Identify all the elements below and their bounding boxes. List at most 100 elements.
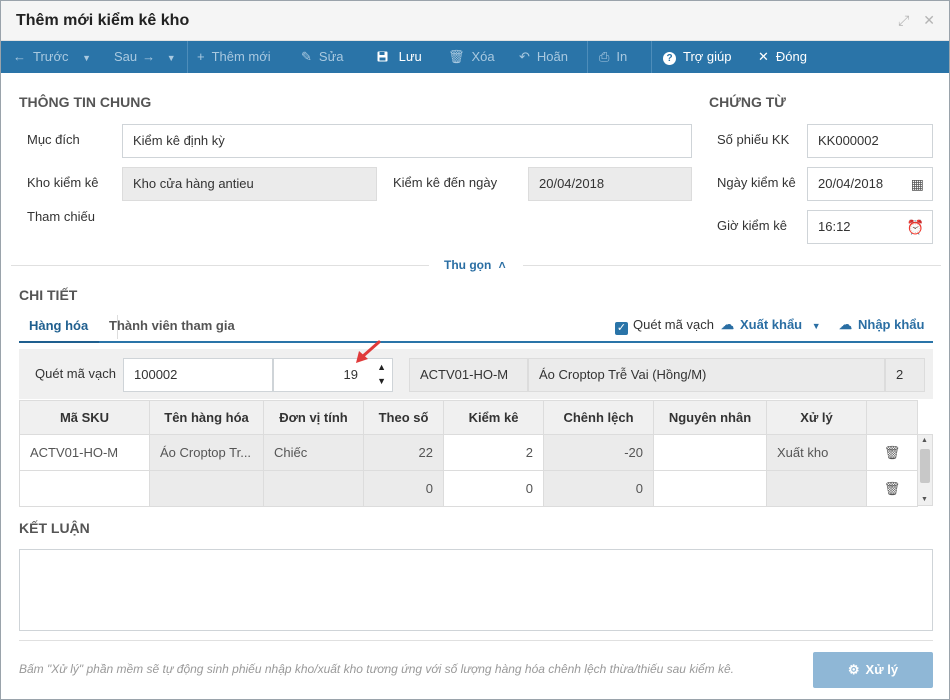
help-icon: ? [663,52,676,65]
toolbar: ← Trước ▼ Sau → ▼ + Thêm mới ✎ Sửa Lưu 🗑 Xóa … [1,41,949,73]
cell-unit: Chiếc [263,434,364,471]
cell-sku[interactable]: ACTV01-HO-M [19,434,150,471]
count-time-input[interactable]: 16:12 ⏰ [807,210,933,244]
footer-divider [19,640,933,641]
x-icon: ✕ [758,49,769,64]
export-button[interactable]: ☁ Xuất khẩu ▼ [721,317,821,333]
cell-sku[interactable] [19,470,150,507]
tab-members[interactable]: Thành viên tham gia [109,311,235,343]
cloud-upload-icon: ☁ [839,317,852,332]
cell-reason[interactable] [653,470,767,507]
toolbar-divider [187,41,188,73]
title-bar: Thêm mới kiểm kê kho ⤢ ✕ [1,1,949,41]
divider-left [11,265,429,266]
cell-unit [263,470,364,507]
cell-counted[interactable]: 0 [443,470,544,507]
chevron-down-icon: ▼ [82,53,92,63]
voucher-heading: CHỨNG TỪ [709,94,786,110]
cell-counted[interactable]: 2 [443,434,544,471]
cell-action [766,470,867,507]
col-sku: Mã SKU [19,400,150,435]
checkbox-checked-icon: ✓ [615,322,628,335]
col-diff: Chênh lệch [543,400,654,435]
arrow-right-icon: → [142,49,156,64]
count-date-label: Ngày kiểm kê [717,175,796,190]
help-button[interactable]: ? Trợ giúp [663,41,732,73]
close-button[interactable]: ✕ Đóng [758,41,807,73]
import-button[interactable]: ☁ Nhập khẩu [839,317,924,333]
gears-icon: ⚙ [847,662,860,677]
chevron-down-icon: ▼ [166,53,176,63]
trash-icon: 🗑 [448,49,465,64]
pencil-icon: ✎ [301,49,312,64]
active-tab-indicator [19,341,99,343]
conclusion-textarea[interactable] [19,549,933,631]
col-counted: Kiểm kê [443,400,544,435]
toolbar-divider [587,41,588,73]
col-unit: Đơn vị tính [263,400,364,435]
next-button[interactable]: Sau → ▼ [114,41,176,73]
plus-icon: + [197,49,205,64]
expand-icon[interactable]: ⤢ [898,12,909,28]
col-book: Theo số [363,400,444,435]
cell-book: 0 [363,470,444,507]
spin-down-icon[interactable]: ▼ [377,374,386,388]
undo-icon: ↶ [519,49,530,64]
scan-name-field: Áo Croptop Trễ Vai (Hồng/M) [528,358,885,392]
dialog-title: Thêm mới kiểm kê kho [16,12,190,29]
col-delete [866,400,918,435]
barcode-input[interactable]: 100002 [123,358,273,392]
to-date-label: Kiểm kê đến ngày [393,175,498,190]
scrollbar-thumb[interactable] [920,449,930,483]
detail-heading: CHI TIẾT [19,287,78,303]
cloud-download-icon: ☁ [721,317,734,332]
scroll-up-icon[interactable]: ▲ [921,437,928,444]
table-header: Mã SKU Tên hàng hóa Đơn vị tính Theo số … [19,400,918,435]
tab-goods[interactable]: Hàng hóa [29,311,88,343]
conclusion-heading: KẾT LUẬN [19,520,90,536]
table-scrollbar[interactable]: ▲ ▼ [917,434,933,506]
calendar-icon[interactable]: ▦ [911,168,924,200]
delete-button[interactable]: 🗑 Xóa [448,41,495,73]
delete-row-button[interactable]: 🗑 [866,470,918,507]
reference-label: Tham chiếu [27,209,95,224]
cell-diff: -20 [543,434,654,471]
edit-button[interactable]: ✎ Sửa [301,41,344,73]
toolbar-divider [651,41,652,73]
cell-book: 22 [363,434,444,471]
print-button[interactable]: ⎙ In [599,41,627,73]
undo-button[interactable]: ↶ Hoãn [519,41,568,73]
prev-button[interactable]: ← Trước ▼ [13,41,91,73]
printer-icon: ⎙ [599,49,610,64]
cell-name [149,470,264,507]
warehouse-field: Kho cửa hàng antieu [122,167,377,201]
scan-count-field: 2 [885,358,925,392]
scan-sku-field: ACTV01-HO-M [409,358,528,392]
chevron-down-icon: ▼ [811,321,821,331]
delete-row-button[interactable]: 🗑 [866,434,918,471]
goods-table: Mã SKU Tên hàng hóa Đơn vị tính Theo số … [19,400,918,507]
close-icon[interactable]: ✕ [923,12,935,28]
save-button[interactable]: Lưu [377,41,422,73]
count-time-label: Giờ kiểm kê [717,218,787,233]
floppy-icon [377,49,392,64]
col-name: Tên hàng hóa [149,400,264,435]
chevron-up-icon: ˄ [498,258,506,272]
scan-checkbox[interactable]: ✓ Quét mã vạch [615,317,714,335]
purpose-input[interactable]: Kiểm kê định kỳ [122,124,692,158]
clock-icon[interactable]: ⏰ [907,211,924,243]
collapse-toggle[interactable]: Thu gọn ˄ [444,258,506,272]
table-row: 0 0 0 🗑 [19,470,918,507]
to-date-field: 20/04/2018 [528,167,692,201]
voucher-number-input[interactable]: KK000002 [807,124,933,158]
table-row: ACTV01-HO-M Áo Croptop Tr... Chiếc 22 2 … [19,434,918,471]
process-button[interactable]: ⚙ Xử lý [813,652,933,688]
add-button[interactable]: + Thêm mới [197,41,271,73]
cell-name: Áo Croptop Tr... [149,434,264,471]
cell-reason[interactable] [653,434,767,471]
count-date-input[interactable]: 20/04/2018 ▦ [807,167,933,201]
general-heading: THÔNG TIN CHUNG [19,94,152,110]
trash-icon: 🗑 [883,444,901,460]
footer-hint: Bấm "Xử lý" phần mềm sẽ tự động sinh phi… [19,662,734,676]
scroll-down-icon[interactable]: ▼ [921,496,928,503]
